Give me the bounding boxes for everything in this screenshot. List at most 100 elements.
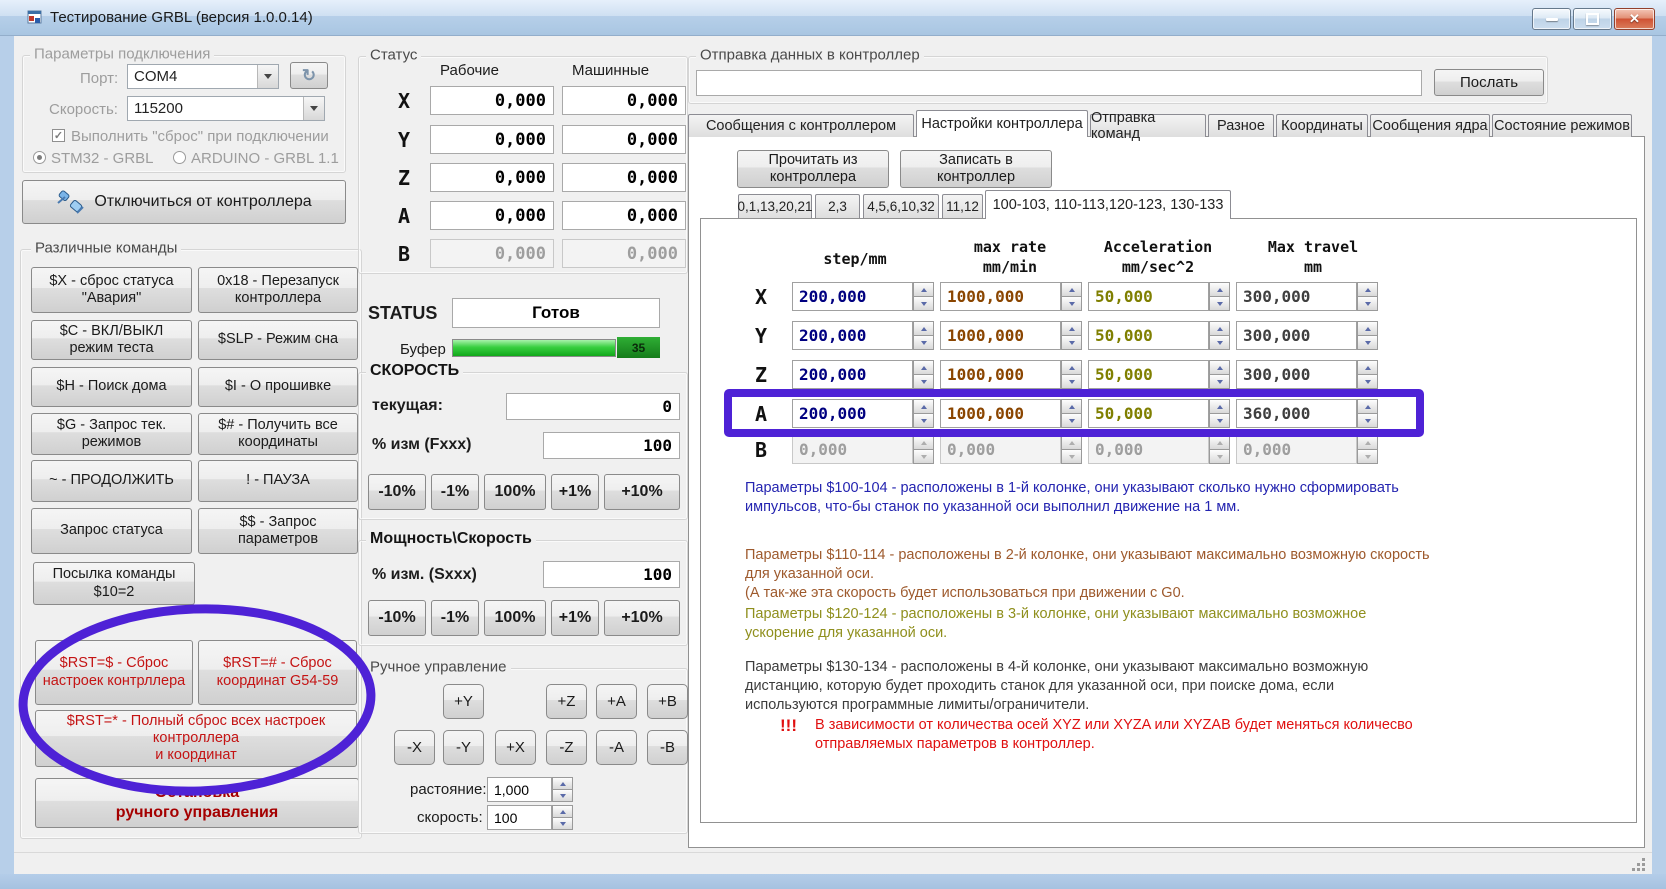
tab-send-commands[interactable]: Отправка команд [1090,110,1206,142]
close-button[interactable]: ✕ [1614,8,1655,30]
cmd-reset-0x18-button[interactable]: 0x18 - Перезапуск контроллера [198,267,358,313]
spinner-down-icon[interactable] [913,297,934,311]
spinner-up-icon[interactable] [1209,360,1230,375]
subtab-0-1-13-20-21[interactable]: 0,1,13,20,21 [737,194,813,218]
send-command-input[interactable] [696,70,1422,96]
jog-plus-z-button[interactable]: +Z [546,684,587,719]
spindle-plus1-button[interactable]: +1% [551,600,599,636]
jog-plus-a-button[interactable]: +A [596,684,637,719]
step-y-stepper[interactable]: 200,000 [792,321,934,350]
spinner-up-icon[interactable] [1061,399,1082,414]
jog-minus-z-button[interactable]: -Z [546,730,587,765]
accel-y-stepper[interactable]: 50,000 [1088,321,1230,350]
spinner-down-icon[interactable] [552,790,573,802]
tab-core-messages[interactable]: Сообщения ядра [1370,114,1490,137]
write-to-controller-button[interactable]: Записать в контроллер [900,150,1052,188]
spinner-up-icon[interactable] [1061,360,1082,375]
spinner-up-icon[interactable] [552,777,573,790]
spinner-up-icon[interactable] [1061,321,1082,336]
spinner-down-icon[interactable] [913,414,934,428]
jog-distance-stepper[interactable]: 1,000 [487,777,573,802]
spinner-up-icon[interactable] [1061,282,1082,297]
baud-combobox[interactable]: 115200 [127,96,325,121]
cmd-all-coords-button[interactable]: $# - Получить все координаты [198,413,358,455]
baud-dropdown-button[interactable] [303,97,324,120]
jog-plus-x-button[interactable]: +X [495,730,536,765]
spinner-down-icon[interactable] [913,375,934,389]
subtab-2-3[interactable]: 2,3 [815,194,860,218]
tab-coordinates[interactable]: Координаты [1276,114,1368,137]
travel-z-stepper[interactable]: 300,000 [1236,360,1378,389]
spinner-up-icon[interactable] [1209,399,1230,414]
reset-on-connect-checkbox[interactable]: ✓ [52,129,65,142]
step-a-stepper[interactable]: 200,000 [792,399,934,428]
step-x-stepper[interactable]: 200,000 [792,282,934,311]
spinner-up-icon[interactable] [1357,282,1378,297]
radio-stm32[interactable] [33,151,46,164]
spinner-up-icon[interactable] [913,321,934,336]
subtab-100-133[interactable]: 100-103, 110-113,120-123, 130-133 [985,190,1231,219]
jog-minus-x-button[interactable]: -X [394,730,435,765]
spinner-down-icon[interactable] [1061,414,1082,428]
rst-coords-button[interactable]: $RST=# - Сброс координат G54-59 [198,640,357,705]
spinner-up-icon[interactable] [913,399,934,414]
cmd-unlock-button[interactable]: $X - сброс статуса "Авария" [31,267,192,313]
spinner-down-icon[interactable] [1061,375,1082,389]
port-combobox[interactable]: COM4 [127,64,279,89]
radio-arduino[interactable] [173,151,186,164]
spindle-minus10-button[interactable]: -10% [368,600,426,636]
spinner-down-icon[interactable] [1357,336,1378,350]
spinner-up-icon[interactable] [1209,321,1230,336]
spinner-down-icon[interactable] [1209,297,1230,311]
disconnect-button[interactable]: Отключиться от контроллера [22,180,346,224]
rate-y-stepper[interactable]: 1000,000 [940,321,1082,350]
rate-z-stepper[interactable]: 1000,000 [940,360,1082,389]
minimize-button[interactable] [1532,8,1571,30]
jog-minus-b-button[interactable]: -B [647,730,688,765]
spinner-down-icon[interactable] [1209,414,1230,428]
spinner-up-icon[interactable] [1357,321,1378,336]
spinner-up-icon[interactable] [1357,399,1378,414]
jog-plus-b-button[interactable]: +B [647,684,688,719]
jog-speed-stepper[interactable]: 100 [487,805,573,830]
spindle-100-button[interactable]: 100% [484,600,546,636]
spinner-down-icon[interactable] [1061,336,1082,350]
cmd-resume-button[interactable]: ~ - ПРОДОЛЖИТЬ [31,460,192,502]
rst-settings-button[interactable]: $RST=$ - Сброс настроек контрллера [35,640,193,705]
tab-modes-state[interactable]: Состояние режимов [1492,114,1632,137]
travel-a-stepper[interactable]: 360,000 [1236,399,1378,428]
tab-misc[interactable]: Разное [1208,114,1274,137]
refresh-ports-button[interactable]: ↻ [290,62,328,89]
step-z-stepper[interactable]: 200,000 [792,360,934,389]
stop-manual-button[interactable]: Остановка ручного управления [35,778,359,828]
spinner-down-icon[interactable] [913,336,934,350]
spinner-up-icon[interactable] [1357,360,1378,375]
spinner-down-icon[interactable] [552,818,573,830]
accel-x-stepper[interactable]: 50,000 [1088,282,1230,311]
spinner-up-icon[interactable] [913,360,934,375]
travel-y-stepper[interactable]: 300,000 [1236,321,1378,350]
feed-minus10-button[interactable]: -10% [368,474,426,510]
feed-plus10-button[interactable]: +10% [604,474,680,510]
tab-controller-messages[interactable]: Сообщения с контроллером [688,114,914,137]
port-dropdown-button[interactable] [257,65,278,88]
spinner-up-icon[interactable] [913,282,934,297]
cmd-sleep-button[interactable]: $SLP - Режим сна [198,320,358,360]
jog-minus-y-button[interactable]: -Y [443,730,484,765]
subtab-11-12[interactable]: 11,12 [942,194,983,218]
rate-x-stepper[interactable]: 1000,000 [940,282,1082,311]
rate-a-stepper[interactable]: 1000,000 [940,399,1082,428]
cmd-pause-button[interactable]: ! - ПАУЗА [198,460,358,502]
cmd-send-10-2-button[interactable]: Посылка команды $10=2 [33,562,195,605]
cmd-status-query-button[interactable]: Запрос статуса [31,508,192,554]
jog-plus-y-button[interactable]: +Y [443,684,484,719]
spindle-plus10-button[interactable]: +10% [604,600,680,636]
accel-a-stepper[interactable]: 50,000 [1088,399,1230,428]
rst-all-button[interactable]: $RST=* - Полный сброс всех настроек конт… [35,710,357,767]
resize-grip[interactable] [1632,858,1646,872]
spinner-down-icon[interactable] [1209,336,1230,350]
spinner-down-icon[interactable] [1209,375,1230,389]
feed-minus1-button[interactable]: -1% [431,474,479,510]
spinner-down-icon[interactable] [1357,375,1378,389]
spinner-down-icon[interactable] [1357,414,1378,428]
